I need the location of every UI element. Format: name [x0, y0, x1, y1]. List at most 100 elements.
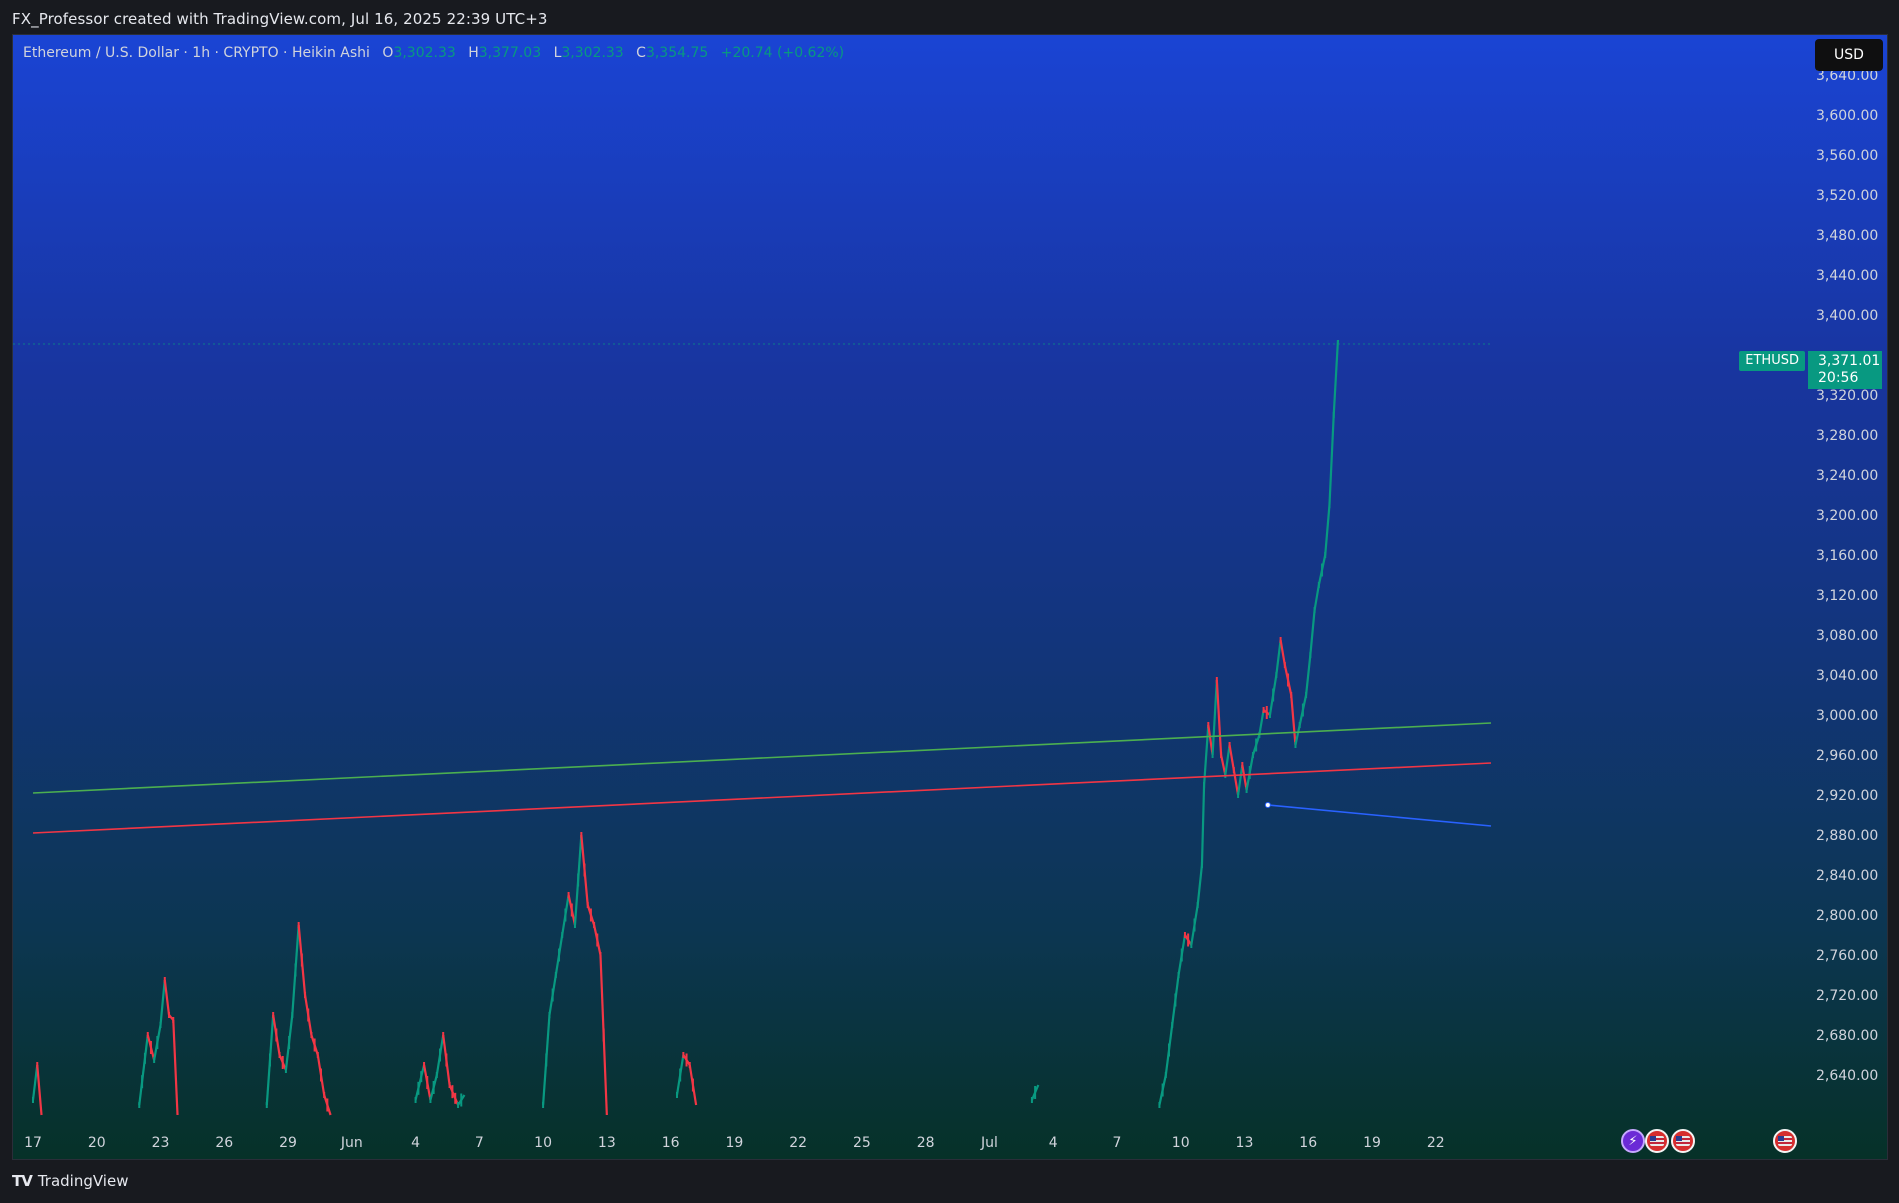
candle-body-down: [1287, 673, 1290, 687]
candle-body-down: [307, 1008, 310, 1022]
candle-body-down: [300, 953, 303, 967]
candle-body-up: [561, 932, 564, 938]
candle-body-down: [445, 1053, 448, 1067]
candle-body-down: [602, 1028, 605, 1042]
footer-brand[interactable]: TV TradingView: [12, 1172, 128, 1190]
candle-body-down: [1228, 742, 1231, 748]
candle-body-down: [163, 977, 166, 983]
us-flag-icon[interactable]: [1773, 1129, 1797, 1153]
candle-body-up: [1321, 563, 1324, 577]
currency-button[interactable]: USD: [1815, 39, 1883, 71]
green-trendline[interactable]: [32, 722, 1492, 794]
candle-body-up: [294, 963, 297, 977]
candle-body-down: [688, 1062, 691, 1068]
time-tick-label: 23: [152, 1135, 170, 1151]
bolt-glyph: ⚡: [1628, 1133, 1638, 1149]
price-tick-label: 3,080.00: [1816, 628, 1878, 644]
candle-body-down: [304, 992, 307, 998]
price-tick-label: 3,560.00: [1816, 148, 1878, 164]
candle-body-up: [1301, 703, 1304, 717]
candle-body-up: [1309, 652, 1312, 658]
candle-body-up: [1245, 787, 1248, 793]
candle-body-up: [1034, 1086, 1037, 1099]
time-tick-label: 13: [1236, 1135, 1254, 1151]
candle-body-up: [1200, 862, 1203, 868]
last-price-value: 3,371.01: [1818, 353, 1881, 369]
candle-body-down: [426, 1076, 429, 1089]
candle-body-down: [423, 1062, 426, 1068]
candle-body-up: [1211, 752, 1214, 758]
bolt-icon[interactable]: ⚡: [1621, 1129, 1645, 1153]
red-trendline[interactable]: [32, 762, 1492, 834]
candle-body-up: [1180, 948, 1183, 962]
candle-body-down: [1283, 662, 1286, 668]
candle-body-down: [1279, 637, 1282, 643]
trendlines[interactable]: [32, 722, 1492, 834]
time-tick-label: 29: [279, 1135, 297, 1151]
chart-canvas[interactable]: 2,640.00 2,680.00 2,720.00 2,760.00 2,800.00…: [13, 35, 1887, 1159]
candle-body-down: [596, 933, 599, 947]
candle-body-up: [1168, 1043, 1171, 1057]
time-tick-label: 10: [534, 1135, 552, 1151]
candle-down: [36, 1064, 43, 1116]
candle-body-up: [1332, 412, 1335, 418]
candle-body-down: [319, 1068, 322, 1082]
price-tick-label: 3,160.00: [1816, 548, 1878, 564]
tradingview-logo-icon: TV: [12, 1172, 33, 1190]
chart-pane[interactable]: 2,640.00 2,680.00 2,720.00 2,760.00 2,800.00…: [12, 34, 1888, 1160]
candle-body-up: [143, 1052, 146, 1064]
candle-body-down: [589, 908, 592, 922]
price-axis[interactable]: 2,640.00 2,680.00 2,720.00 2,760.00 2,800.00…: [1816, 68, 1878, 1084]
brand-name: TradingView: [37, 1172, 129, 1190]
candle-body-up: [432, 1081, 435, 1094]
us-flag-icon[interactable]: [1671, 1129, 1695, 1153]
candle-body-up: [679, 1068, 682, 1082]
candle-up: [1258, 709, 1265, 736]
candle-body-down: [454, 1092, 457, 1104]
candle-body-up: [138, 1102, 141, 1108]
candle-down: [163, 979, 171, 1016]
candle-body-up: [141, 1075, 144, 1089]
price-tick-label: 2,960.00: [1816, 748, 1878, 764]
candle-up: [1224, 744, 1231, 776]
candle-body-down: [442, 1032, 445, 1038]
trendline-anchor[interactable]: [1264, 802, 1271, 808]
candle-body-up: [1328, 502, 1331, 508]
symbol-legend[interactable]: Ethereum / U.S. Dollar · 1h · CRYPTO · H…: [23, 45, 844, 61]
time-tick-label: 26: [215, 1135, 233, 1151]
us-flag-icon[interactable]: [1645, 1129, 1669, 1153]
candle-body-down: [323, 1092, 326, 1098]
price-tick-label: 3,040.00: [1816, 668, 1878, 684]
candle-body-up: [268, 1053, 271, 1067]
time-tick-label: 22: [789, 1135, 807, 1151]
candle-body-down: [1187, 933, 1190, 947]
last-price-tag: 3,371.01 20:56: [1808, 351, 1882, 389]
candle-body-down: [1207, 722, 1210, 728]
candle-up: [1313, 584, 1320, 611]
time-tick-label: 13: [598, 1135, 616, 1151]
time-tick-label: 25: [853, 1135, 871, 1151]
candle-body-up: [1317, 582, 1320, 588]
candle-body-up: [1174, 993, 1177, 1007]
candle-down: [1228, 744, 1235, 771]
candle-up: [138, 1034, 149, 1106]
candle-body-up: [1298, 722, 1301, 728]
candle-body-up: [1251, 752, 1254, 758]
candle-up: [1236, 764, 1244, 796]
candle-body-up: [1237, 792, 1240, 798]
blue-trendline[interactable]: [1267, 804, 1492, 827]
candle-body-up: [1203, 782, 1206, 788]
candle-body-down: [1262, 707, 1265, 713]
time-tick-label: 19: [725, 1135, 743, 1151]
candle-body-up: [460, 1093, 463, 1107]
candle-body-down: [310, 1032, 313, 1038]
price-tick-label: 2,840.00: [1816, 868, 1878, 884]
candle-body-down: [448, 1082, 451, 1088]
candle-body-up: [1275, 672, 1278, 678]
candle-body-down: [570, 903, 573, 917]
candle-body-down: [1241, 762, 1244, 768]
time-axis[interactable]: 17 20 23 26 29 Jun 4 7 10 13 16 19 22 25 28 Jul 4 7 10 13 16…: [24, 1135, 1445, 1151]
candle-up: [1304, 654, 1312, 696]
price-tick-label: 3,480.00: [1816, 228, 1878, 244]
candle-body-up: [548, 1012, 551, 1018]
